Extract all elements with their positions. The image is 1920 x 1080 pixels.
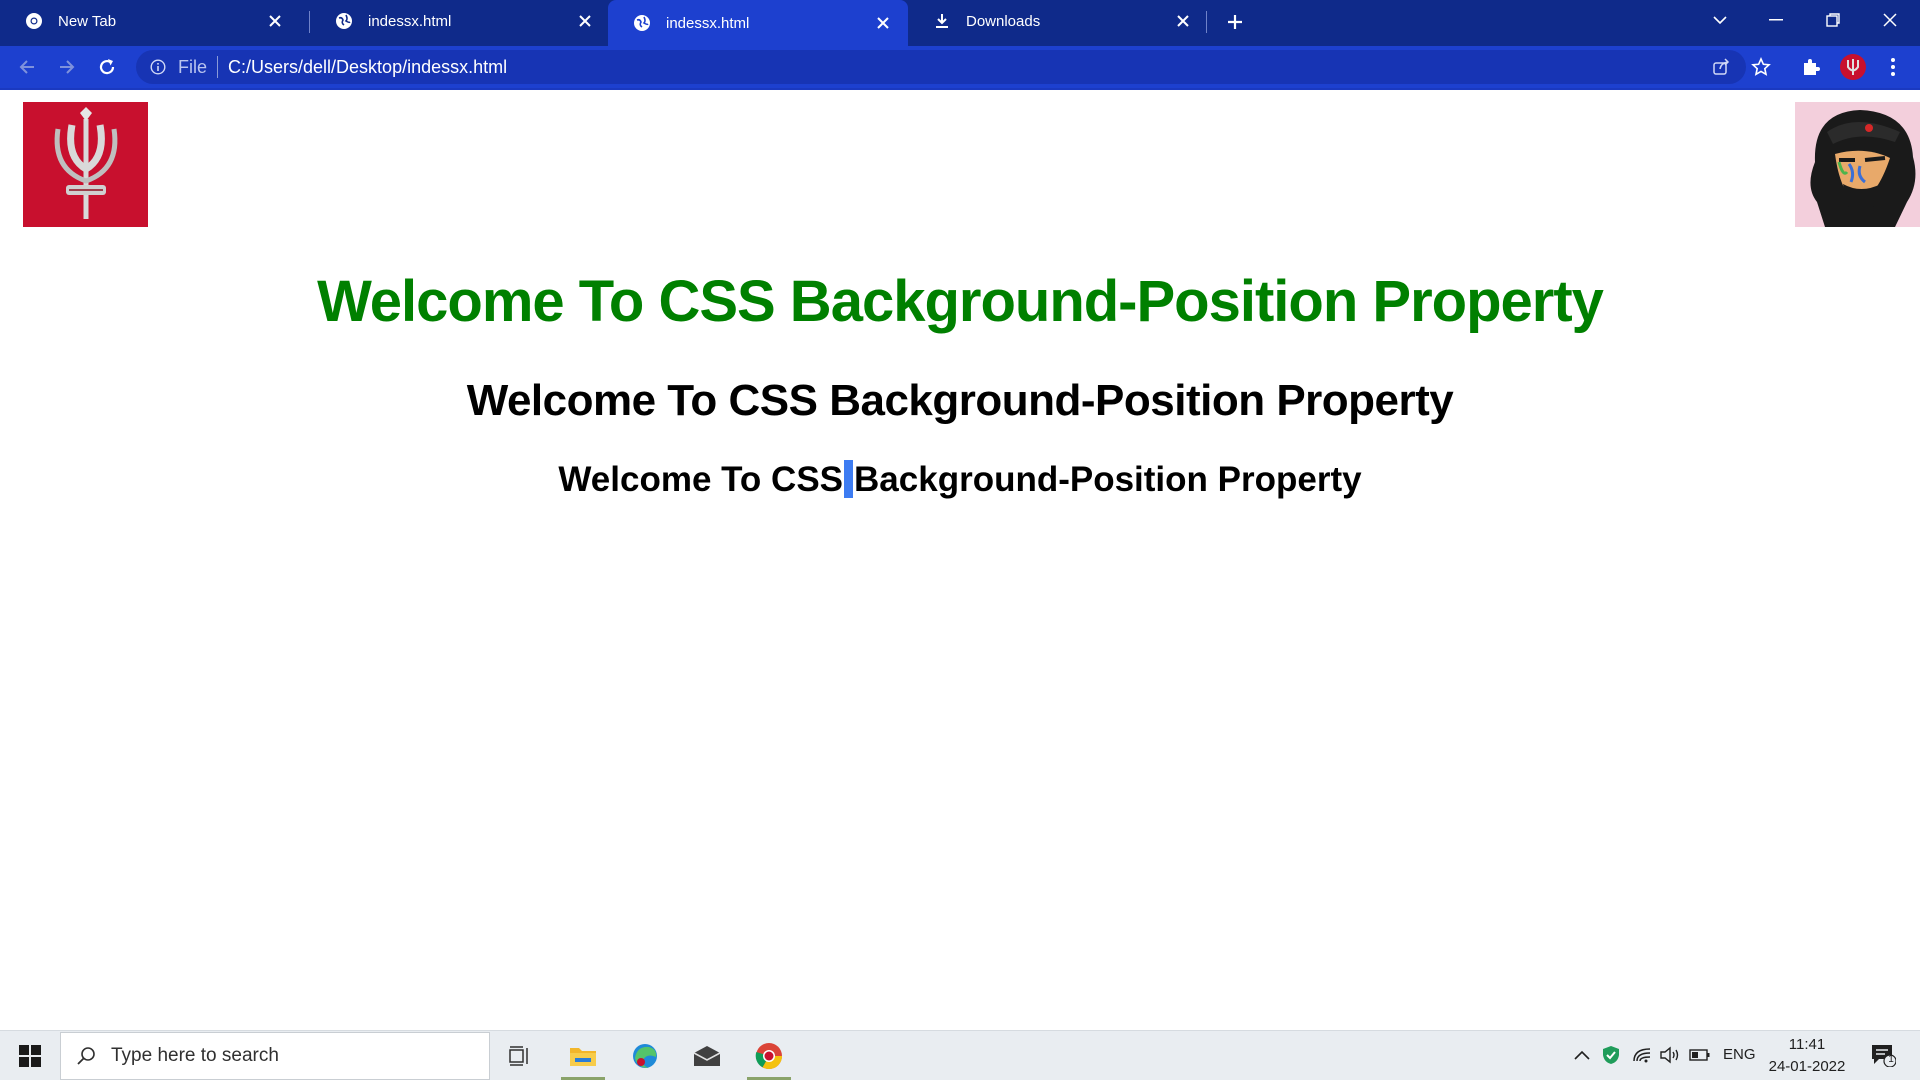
globe-icon (334, 11, 354, 31)
notification-count: 1 (1888, 1054, 1894, 1065)
reload-button[interactable] (92, 52, 122, 82)
mail-app[interactable] (679, 1032, 735, 1080)
windows-start-button[interactable] (10, 1039, 50, 1073)
page-heading-3: Welcome To CSS Background-Position Proper… (0, 460, 1920, 500)
windows-taskbar: Type here to search ENG 11:41 24-01-2022… (0, 1030, 1920, 1080)
globe-icon (632, 13, 652, 33)
forward-button[interactable] (52, 52, 82, 82)
url-text[interactable]: C:/Users/dell/Desktop/indessx.html (228, 57, 507, 78)
portrait-art-image (1795, 102, 1920, 227)
close-icon[interactable] (1172, 10, 1194, 32)
heading-3-part-1: Welcome To CSS (558, 460, 844, 499)
task-view-button[interactable] (492, 1032, 548, 1080)
page-viewport: Welcome To CSS Background-Position Prope… (0, 90, 1920, 1030)
battery-icon[interactable] (1688, 1043, 1712, 1067)
text-selection-caret (844, 460, 854, 498)
clock-date: 24-01-2022 (1768, 1058, 1846, 1075)
tab-title: indessx.html (666, 14, 750, 32)
edge-browser-app[interactable] (617, 1032, 673, 1080)
tab-search-button[interactable] (1692, 0, 1748, 40)
tab-downloads[interactable]: Downloads (908, 0, 1208, 42)
clock-time: 11:41 (1788, 1036, 1826, 1053)
profile-avatar[interactable] (1838, 52, 1868, 82)
chrome-icon (24, 11, 44, 31)
language-indicator[interactable]: ENG (1723, 1046, 1756, 1063)
tab-new-tab[interactable]: New Tab (0, 0, 300, 42)
download-icon (932, 11, 952, 31)
scheme-label: File (178, 56, 208, 77)
page-heading-1: Welcome To CSS Background-Position Prope… (317, 269, 1604, 334)
page-heading-2: Welcome To CSS Background-Position Prope… (466, 376, 1454, 425)
wifi-icon[interactable] (1630, 1043, 1654, 1067)
omnibox-divider (217, 56, 219, 78)
menu-kebab-icon[interactable] (1878, 52, 1908, 82)
file-explorer-app[interactable] (555, 1032, 611, 1080)
close-icon[interactable] (872, 12, 894, 34)
volume-icon[interactable] (1658, 1043, 1682, 1067)
close-window-button[interactable] (1862, 0, 1918, 40)
new-tab-button[interactable] (1221, 8, 1249, 36)
close-icon[interactable] (574, 10, 596, 32)
chevron-up-icon[interactable] (1570, 1043, 1594, 1067)
tab-title: New Tab (58, 12, 117, 30)
minimize-button[interactable] (1748, 0, 1804, 40)
taskbar-search-box[interactable]: Type here to search (60, 1032, 490, 1080)
regiment-emblem-image (23, 102, 148, 227)
browser-toolbar: File C:/Users/dell/Desktop/indessx.html (0, 46, 1920, 88)
address-bar[interactable]: File C:/Users/dell/Desktop/indessx.html (136, 50, 1746, 84)
tab-strip: New Tab indessx.html indessx.html Downlo… (0, 0, 1920, 46)
extensions-puzzle-icon[interactable] (1796, 52, 1826, 82)
back-button[interactable] (12, 52, 42, 82)
tab-indessx-1[interactable]: indessx.html (310, 0, 610, 42)
notification-center-icon[interactable]: 1 (1868, 1043, 1898, 1067)
share-icon[interactable] (1706, 52, 1736, 82)
tab-indessx-active[interactable]: indessx.html (608, 0, 908, 46)
restore-button[interactable] (1805, 0, 1861, 40)
heading-3-part-2: Background-Position Property (854, 460, 1362, 499)
info-icon[interactable] (148, 57, 168, 77)
search-placeholder: Type here to search (111, 1045, 279, 1066)
search-icon (75, 1045, 97, 1067)
tab-title: indessx.html (368, 12, 452, 30)
bookmark-star-icon[interactable] (1746, 52, 1776, 82)
tab-title: Downloads (966, 12, 1041, 30)
close-icon[interactable] (264, 10, 286, 32)
security-shield-icon[interactable] (1599, 1043, 1623, 1067)
chrome-app[interactable] (741, 1032, 797, 1080)
tab-separator (1206, 11, 1207, 33)
system-clock[interactable]: 11:41 24-01-2022 (1762, 1034, 1852, 1078)
